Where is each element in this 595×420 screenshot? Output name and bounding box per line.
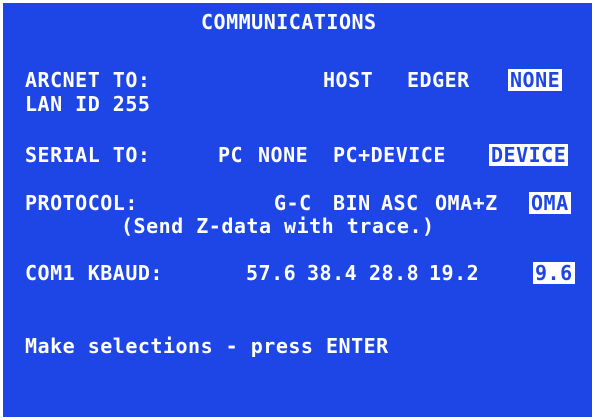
kbaud-option-38-4[interactable]: 38.4 (305, 262, 359, 284)
serial-option-device[interactable]: DEVICE (489, 144, 569, 166)
arcnet-option-host[interactable]: HOST (321, 69, 375, 91)
protocol-option-oma[interactable]: OMA (529, 192, 571, 214)
protocol-option-asc[interactable]: ASC (379, 192, 421, 214)
kbaud-option-28-8[interactable]: 28.8 (367, 262, 421, 284)
serial-option-pc-device[interactable]: PC+DEVICE (331, 144, 448, 166)
serial-label: SERIAL TO: (25, 143, 151, 167)
kbaud-option-19-2[interactable]: 19.2 (427, 262, 481, 284)
screen-title: COMMUNICATIONS (201, 10, 377, 34)
arcnet-label: ARCNET TO: (25, 68, 151, 92)
kbaud-option-9-6[interactable]: 9.6 (533, 262, 575, 284)
protocol-label: PROTOCOL: (25, 191, 138, 215)
serial-option-pc[interactable]: PC (216, 144, 245, 166)
arcnet-option-edger[interactable]: EDGER (405, 69, 472, 91)
protocol-hint: (Send Z-data with trace.) (121, 214, 435, 238)
protocol-option-oma-z[interactable]: OMA+Z (433, 192, 500, 214)
arcnet-option-none[interactable]: NONE (508, 69, 563, 91)
kbaud-option-57-6[interactable]: 57.6 (244, 262, 298, 284)
com1-kbaud-label: COM1 KBAUD: (25, 261, 163, 285)
lan-id-readout: LAN ID 255 (25, 92, 151, 116)
protocol-option-bin[interactable]: BIN (331, 192, 373, 214)
communications-screen: COMMUNICATIONS ARCNET TO: HOST EDGER NON… (0, 0, 595, 420)
footer-instruction: Make selections - press ENTER (25, 334, 389, 358)
serial-option-none[interactable]: NONE (256, 144, 310, 166)
protocol-option-g-c[interactable]: G-C (272, 192, 314, 214)
